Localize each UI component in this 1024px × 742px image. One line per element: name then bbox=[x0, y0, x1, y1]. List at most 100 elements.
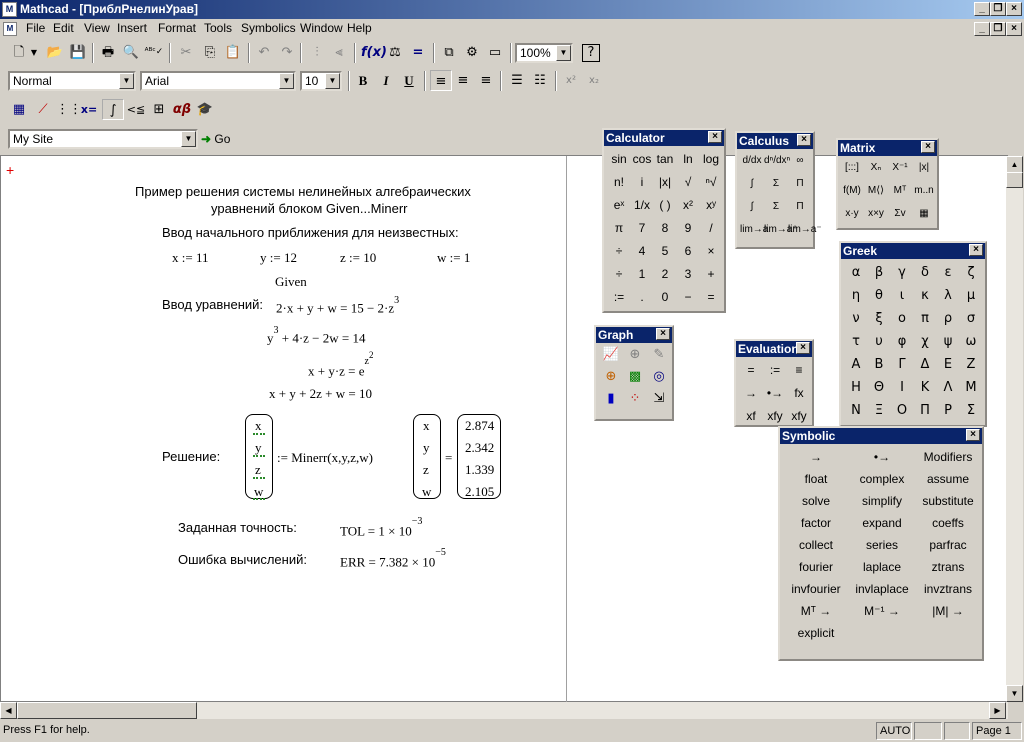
greek-letter-button[interactable]: Ξ bbox=[868, 403, 890, 418]
symbolic-button[interactable]: float bbox=[783, 472, 849, 486]
calculator-button[interactable]: ⁿ√ bbox=[699, 175, 723, 189]
align-down-icon[interactable]: ⫷ bbox=[328, 42, 350, 63]
contour-plot-icon[interactable]: ◎ bbox=[648, 369, 670, 384]
calculus-button[interactable]: ∫ bbox=[740, 201, 764, 212]
scatter-plot-icon[interactable]: ⁘ bbox=[624, 391, 646, 406]
calculator-button[interactable]: 6 bbox=[676, 244, 700, 258]
calculus-button[interactable]: Σ bbox=[764, 178, 788, 189]
paste-icon[interactable]: 📋 bbox=[222, 42, 244, 63]
matrix-button[interactable]: f(M) bbox=[840, 185, 864, 196]
calculator-toolbar-icon[interactable]: ▦ bbox=[8, 99, 30, 120]
greek-letter-button[interactable]: ν bbox=[845, 311, 867, 326]
greek-letter-button[interactable]: Λ bbox=[937, 380, 959, 395]
xyz-plot-icon[interactable]: ⊕ bbox=[624, 347, 646, 362]
greek-letter-button[interactable]: μ bbox=[960, 288, 982, 303]
vertical-scroll-thumb[interactable] bbox=[1006, 172, 1023, 188]
menu-file[interactable]: File bbox=[26, 21, 45, 36]
calculus-button[interactable]: Π bbox=[788, 201, 812, 212]
greek-letter-button[interactable]: Ρ bbox=[937, 403, 959, 418]
align-right-icon[interactable]: ≡ bbox=[475, 70, 497, 91]
greek-letter-button[interactable]: ι bbox=[891, 288, 913, 303]
calculus-button[interactable]: Σ bbox=[764, 201, 788, 212]
symbolic-button[interactable]: expand bbox=[849, 516, 915, 530]
greek-letter-button[interactable]: ζ bbox=[960, 265, 982, 280]
doc-close-button[interactable]: × bbox=[1006, 22, 1022, 36]
minimize-button[interactable]: _ bbox=[974, 2, 990, 16]
w-init[interactable]: w := 1 bbox=[437, 250, 470, 266]
spellcheck-icon[interactable]: ᴬᴮᶜ✓ bbox=[143, 42, 165, 63]
calculus-button[interactable]: lim→a⁺ bbox=[764, 224, 798, 235]
superscript-icon[interactable]: x² bbox=[560, 70, 582, 91]
calculator-button[interactable]: ÷ bbox=[607, 267, 631, 281]
doc-minimize-button[interactable]: _ bbox=[974, 22, 990, 36]
greek-letter-button[interactable]: Σ bbox=[960, 403, 982, 418]
menu-symbolics[interactable]: Symbolics bbox=[241, 21, 296, 36]
matrix-button[interactable]: ▦ bbox=[912, 208, 936, 219]
symbolic-button[interactable]: coeffs bbox=[915, 516, 981, 530]
matrix-toolbar-icon[interactable]: ⋮⋮ bbox=[56, 99, 82, 120]
restore-button[interactable]: ❐ bbox=[990, 2, 1006, 16]
equation-3[interactable]: x + y·z = ez2 bbox=[308, 350, 374, 379]
greek-letter-button[interactable]: ο bbox=[891, 311, 913, 326]
close-icon[interactable]: × bbox=[708, 131, 722, 143]
calculator-button[interactable]: 2 bbox=[653, 267, 677, 281]
subscript-icon[interactable]: x₂ bbox=[583, 70, 605, 91]
undo-icon[interactable]: ↶ bbox=[253, 42, 275, 63]
horizontal-scrollbar[interactable]: ◀ ▶ bbox=[0, 702, 1008, 719]
greek-letter-button[interactable]: Π bbox=[914, 403, 936, 418]
calculator-button[interactable]: × bbox=[699, 244, 723, 258]
calculator-button[interactable]: i bbox=[630, 175, 654, 189]
symbolic-button[interactable]: assume bbox=[915, 472, 981, 486]
close-icon[interactable]: × bbox=[969, 244, 983, 256]
symbolic-button[interactable]: invztrans bbox=[915, 582, 981, 596]
menu-edit[interactable]: Edit bbox=[53, 21, 74, 36]
calculus-button[interactable]: ∞ bbox=[788, 155, 812, 166]
evaluation-button[interactable]: xfy bbox=[763, 409, 787, 423]
greek-letter-button[interactable]: Ν bbox=[845, 403, 867, 418]
calculator-button[interactable]: √ bbox=[676, 175, 700, 189]
calculator-button[interactable]: log bbox=[699, 152, 723, 166]
print-preview-icon[interactable]: 🔍 bbox=[120, 42, 142, 63]
evaluation-button[interactable]: = bbox=[739, 363, 763, 377]
greek-letter-button[interactable]: σ bbox=[960, 311, 982, 326]
evaluation-button[interactable]: •→ bbox=[763, 386, 787, 400]
boolean-toolbar-icon[interactable]: <≦ bbox=[125, 99, 147, 120]
matrix-button[interactable]: Xₙ bbox=[864, 162, 888, 173]
style-select[interactable]: Normal ▼ bbox=[8, 71, 136, 91]
evaluation-button[interactable]: → bbox=[739, 386, 763, 400]
xy-plot-icon[interactable]: 📈 bbox=[600, 347, 622, 362]
symbolic-button[interactable]: M⁻¹ → bbox=[849, 604, 915, 618]
redo-icon[interactable]: ↷ bbox=[276, 42, 298, 63]
equation-1[interactable]: 2·x + y + w = 15 − 2·z3 bbox=[276, 295, 399, 316]
matrix-button[interactable]: M⟨⟩ bbox=[864, 185, 888, 196]
symbolic-button[interactable]: explicit bbox=[783, 626, 849, 640]
symbolic-button[interactable]: substitute bbox=[915, 494, 981, 508]
insert-function-icon[interactable]: f(x) bbox=[361, 42, 387, 63]
calculator-button[interactable]: cos bbox=[630, 152, 654, 166]
symbolic-button[interactable]: series bbox=[849, 538, 915, 552]
greek-letter-button[interactable]: ξ bbox=[868, 311, 890, 326]
calculator-button[interactable]: 4 bbox=[630, 244, 654, 258]
greek-letter-button[interactable]: ω bbox=[960, 334, 982, 349]
calculator-button[interactable]: 1 bbox=[630, 267, 654, 281]
symbolic-button[interactable]: parfrac bbox=[915, 538, 981, 552]
open-icon[interactable]: 📂 bbox=[44, 42, 66, 63]
polar-plot-icon[interactable]: ⊕ bbox=[600, 369, 622, 384]
close-icon[interactable]: × bbox=[797, 134, 811, 146]
calculator-button[interactable]: x² bbox=[676, 198, 700, 212]
greek-letter-button[interactable]: θ bbox=[868, 288, 890, 303]
bar-plot-icon[interactable]: ▮ bbox=[600, 391, 622, 406]
greek-letter-button[interactable]: η bbox=[845, 288, 867, 303]
matrix-button[interactable]: |x| bbox=[912, 162, 936, 173]
calculator-button[interactable]: ÷ bbox=[607, 244, 631, 258]
evaluation-toolbar-icon[interactable]: x= bbox=[78, 99, 100, 120]
evaluation-button[interactable]: xf bbox=[739, 409, 763, 423]
symbolic-button[interactable]: |M| → bbox=[915, 604, 981, 618]
cut-icon[interactable]: ✂ bbox=[175, 42, 197, 63]
symbolic-button[interactable]: solve bbox=[783, 494, 849, 508]
surface-plot-icon[interactable]: ▩ bbox=[624, 369, 646, 384]
close-icon[interactable]: × bbox=[796, 342, 810, 354]
equation-2[interactable]: y3 + 4·z − 2w = 14 bbox=[267, 325, 365, 346]
greek-letter-button[interactable]: Ε bbox=[937, 357, 959, 372]
greek-letter-button[interactable]: π bbox=[914, 311, 936, 326]
